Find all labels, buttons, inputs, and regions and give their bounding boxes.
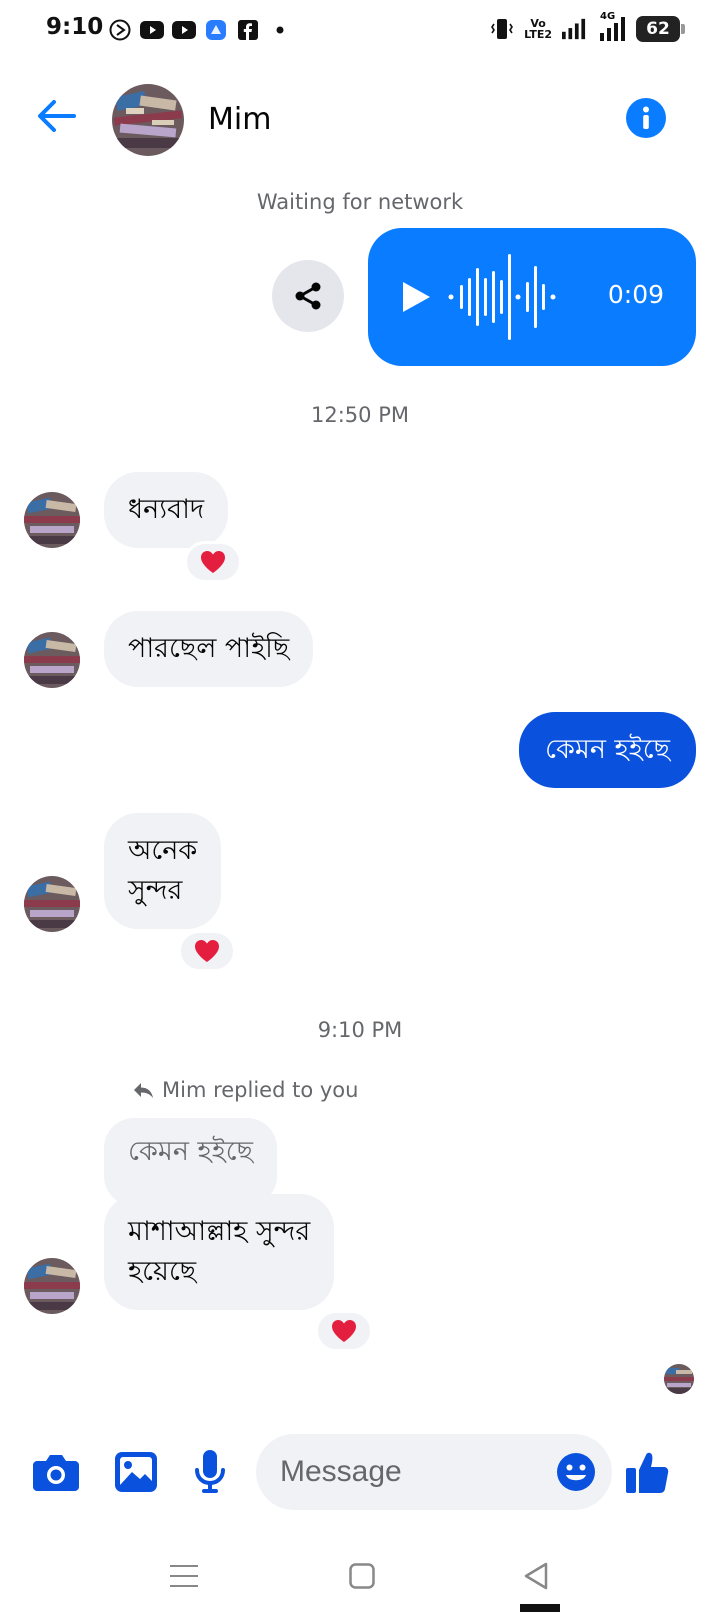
triangle-back-icon [524,1562,548,1590]
battery-indicator: 62 [636,16,685,42]
thumbs-up-icon [626,1452,669,1493]
voice-record-button[interactable] [184,1446,236,1498]
timestamp: 12:50 PM [311,403,409,427]
vibrate-icon [490,17,514,41]
more-notifications-dot [268,18,292,42]
recent-apps-button[interactable] [160,1552,208,1600]
smiley-icon [557,1453,595,1491]
home-indicator [520,1604,560,1612]
share-icon [295,282,321,310]
back-button[interactable] [32,92,80,140]
message-bubble[interactable]: ধন্যবাদ [104,472,229,548]
network-type-label: 4G [600,11,616,22]
camera-icon [33,1455,79,1491]
message-composer [0,1430,720,1514]
heart-reaction[interactable] [178,930,236,972]
message-bubble[interactable]: অনেক সুন্দর [104,813,222,929]
lte-label: LTE2 [524,28,552,41]
camera-button[interactable] [30,1446,82,1498]
heart-icon [201,551,225,573]
reply-arrow-icon [134,1083,153,1098]
message-bubble[interactable]: পারছেল পাইছি [104,611,314,687]
youtube-icon [140,18,164,42]
square-icon [349,1563,375,1589]
status-time: 9:10 [46,14,104,40]
media-play-icon [108,18,132,42]
messenger-lite-icon [204,18,228,42]
conversation-header: Mim [0,70,720,170]
status-bar: 9:10 Vo LTE2 4G 62 [0,0,720,66]
audio-waveform [448,254,556,340]
heart-reaction[interactable] [184,541,242,583]
signal-icon [562,17,586,41]
sender-avatar[interactable] [24,1258,80,1314]
image-icon [115,1452,157,1492]
heart-icon [332,1320,356,1342]
facebook-icon [236,18,260,42]
sender-avatar[interactable] [24,632,80,688]
notification-icons [108,18,292,42]
sender-avatar[interactable] [24,492,80,548]
message-bubble[interactable]: মাশাআল্লাহ সুন্দর হয়েছে [104,1194,335,1310]
back-nav-button[interactable] [512,1552,560,1600]
quoted-message[interactable]: কেমন হইছে [104,1118,277,1206]
microphone-icon [195,1450,225,1493]
like-button[interactable] [622,1446,674,1498]
menu-lines-icon [170,1565,198,1587]
voice-message-bubble[interactable]: 0:09 [368,228,696,366]
contact-avatar[interactable] [112,84,184,156]
share-button[interactable] [272,260,344,332]
reply-label: Mim replied to you [162,1078,359,1102]
sender-avatar[interactable] [24,876,80,932]
gallery-button[interactable] [110,1446,162,1498]
contact-name[interactable]: Mim [208,102,271,137]
emoji-button[interactable] [554,1450,598,1494]
outgoing-message-bubble[interactable]: কেমন হইছে [519,712,696,788]
signal-4g-icon: 4G [596,11,626,41]
system-navigation-bar [0,1540,720,1612]
home-button[interactable] [338,1552,386,1600]
timestamp: 9:10 PM [317,1018,403,1042]
seen-receipt-avatar [664,1364,694,1394]
voice-duration: 0:09 [607,280,664,309]
battery-level: 62 [646,19,670,39]
volte-indicator: Vo LTE2 [524,18,552,40]
system-status: Vo LTE2 4G 62 [490,11,685,42]
arrow-left-icon [38,100,76,132]
heart-reaction[interactable] [315,1310,373,1352]
heart-icon [195,940,219,962]
network-status: Waiting for network [256,190,464,214]
play-icon[interactable] [400,280,432,314]
youtube-icon [172,18,196,42]
info-icon [643,106,649,129]
info-button[interactable] [626,98,666,138]
reply-indicator: Mim replied to you [132,1078,358,1102]
